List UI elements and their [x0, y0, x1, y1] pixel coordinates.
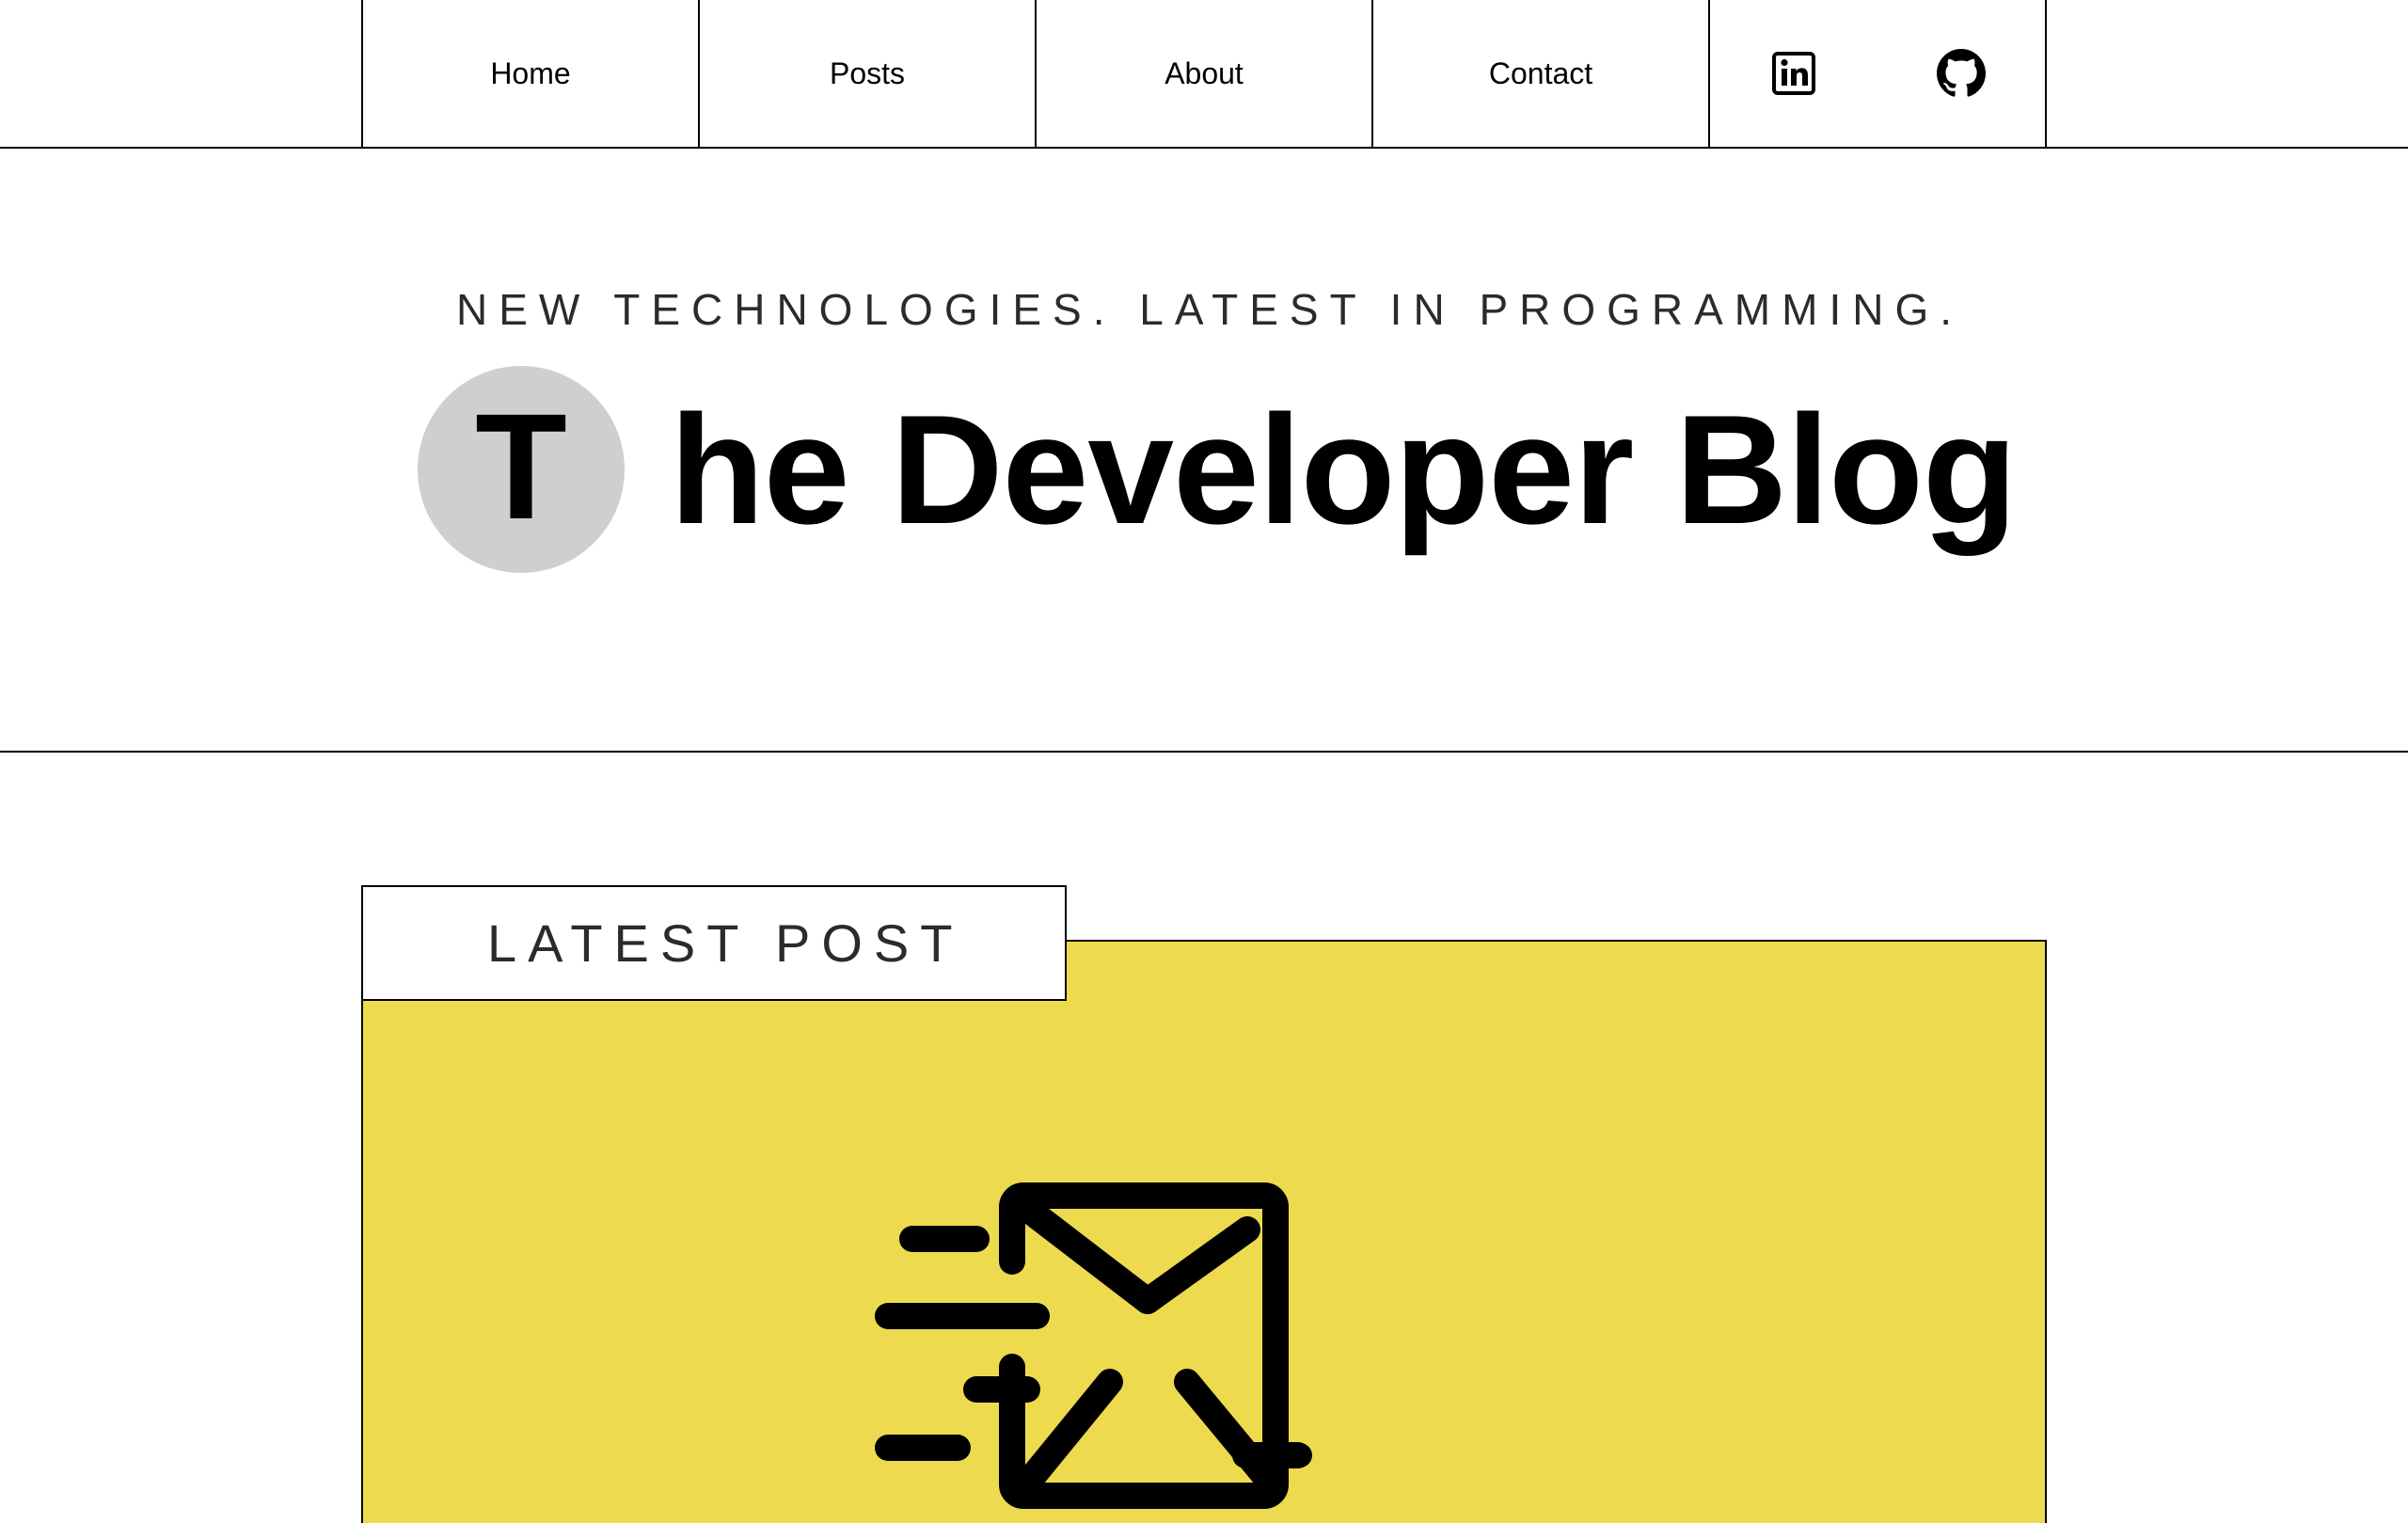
blog-title: T he Developer Blog — [418, 365, 2018, 574]
nav-about-link[interactable]: About — [1037, 0, 1373, 147]
envelope-speed-illustration — [875, 1182, 1289, 1509]
nav-contact-link[interactable]: Contact — [1373, 0, 1710, 147]
title-initial: T — [475, 382, 567, 550]
top-navigation: Home Posts About Contact — [0, 0, 2408, 149]
nav-posts-link[interactable]: Posts — [700, 0, 1037, 147]
nav-home-link[interactable]: Home — [363, 0, 700, 147]
linkedin-icon[interactable] — [1769, 49, 1818, 98]
hero-section: NEW TECHNOLOGIES. LATEST IN PROGRAMMING.… — [0, 149, 2408, 753]
nav-grid: Home Posts About Contact — [361, 0, 2047, 147]
title-text: he Developer Blog — [670, 382, 2018, 556]
social-links — [1710, 0, 2047, 147]
github-icon[interactable] — [1937, 49, 1986, 98]
latest-post-label: LATEST POST — [361, 885, 1067, 1001]
title-initial-circle: T — [418, 366, 625, 573]
linkedin-icon-graphic — [1772, 52, 1815, 95]
latest-post-card[interactable] — [361, 940, 2047, 1523]
github-icon-graphic — [1937, 49, 1986, 97]
hero-tagline: NEW TECHNOLOGIES. LATEST IN PROGRAMMING. — [455, 285, 1964, 334]
